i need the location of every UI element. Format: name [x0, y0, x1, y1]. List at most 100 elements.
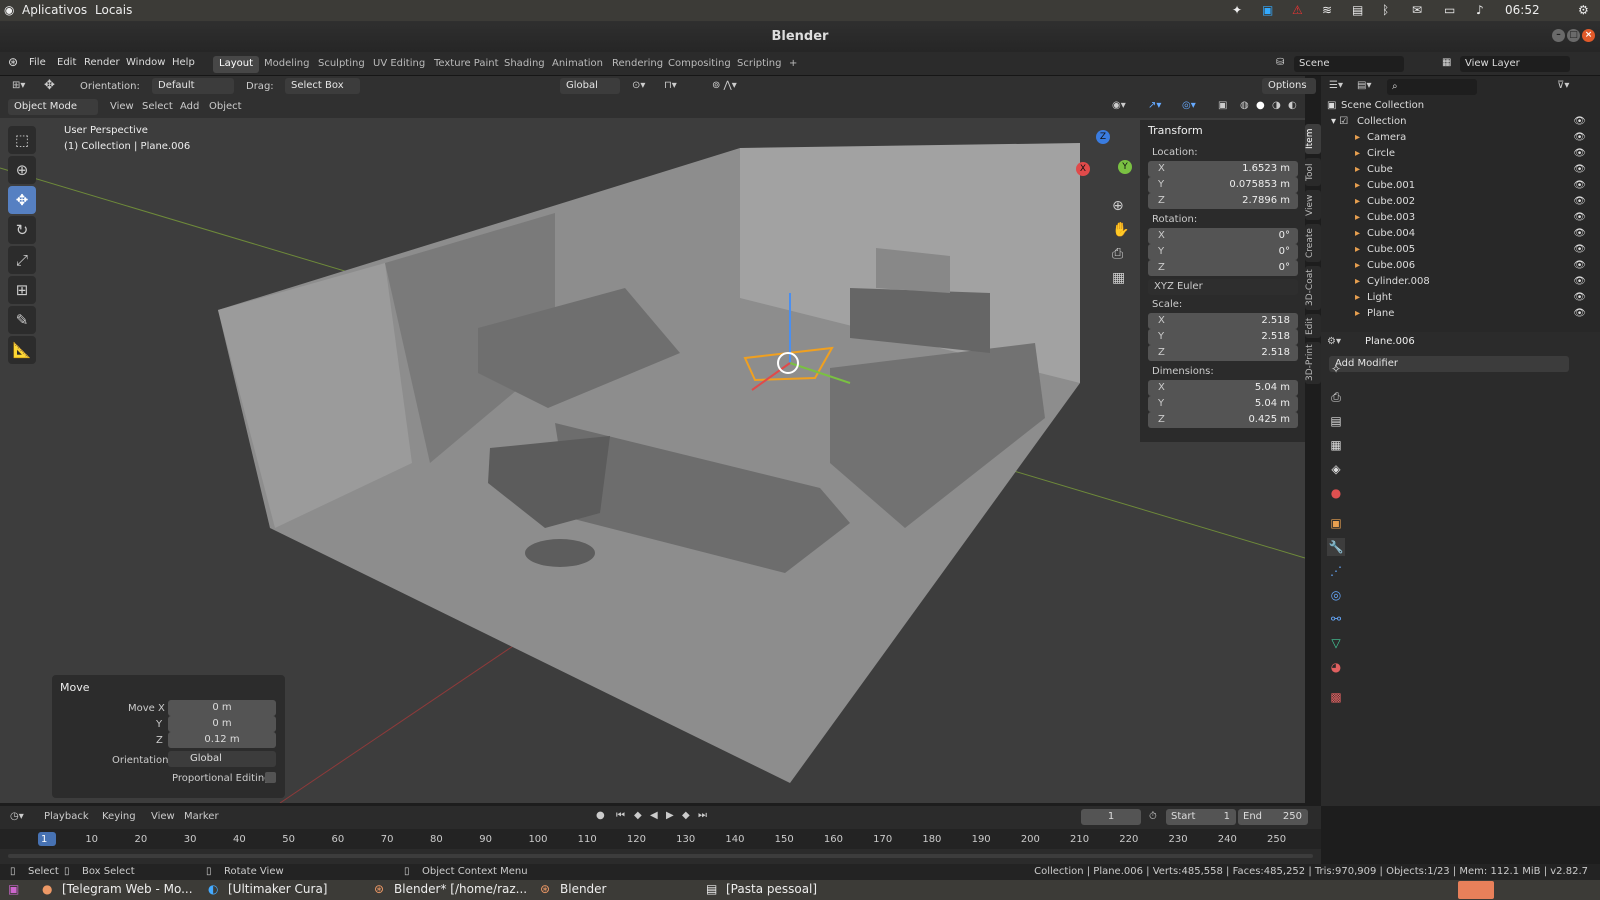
select-box-icon[interactable]: ⬚	[8, 126, 36, 154]
task-telegram[interactable]: [Telegram Web - Mo...	[62, 882, 193, 896]
tab-layout[interactable]: Layout	[213, 56, 259, 73]
app-indicator-icon[interactable]: ▣	[1262, 3, 1273, 17]
tab-3d-coat[interactable]: 3D-Coat	[1305, 266, 1321, 310]
outliner-item-cube-002[interactable]: ▸ Cube.002 👁	[1321, 194, 1600, 210]
object-props-icon[interactable]: ▣	[1327, 514, 1345, 532]
pivot-icon[interactable]: ⊙▾	[632, 80, 645, 91]
tab-texture-paint[interactable]: Texture Paint	[428, 56, 505, 73]
render-props-icon[interactable]: ⎙	[1327, 388, 1345, 406]
outliner-item-cube-001[interactable]: ▸ Cube.001 👁	[1321, 178, 1600, 194]
visibility-icon[interactable]: ◉▾	[1112, 100, 1126, 111]
menu-render[interactable]: Render	[84, 57, 120, 68]
outliner-editor-icon[interactable]: ☰▾	[1329, 80, 1343, 91]
tab-edit[interactable]: Edit	[1305, 314, 1321, 338]
transform-icon[interactable]: ⊞	[8, 276, 36, 304]
cursor-icon[interactable]: ⊕	[8, 156, 36, 184]
tab-3d-print[interactable]: 3D-Print	[1305, 342, 1321, 384]
scene-props-icon[interactable]: ◈	[1327, 460, 1345, 478]
rotation-z-field[interactable]: Z 0°	[1148, 260, 1298, 276]
volume-icon[interactable]: ♪	[1476, 3, 1484, 17]
tab-create[interactable]: Create	[1305, 224, 1321, 262]
move-z-field[interactable]: 0.12 m	[168, 732, 276, 748]
rotation-y-field[interactable]: Y 0°	[1148, 244, 1298, 260]
constraints-props-icon[interactable]: ⚯	[1327, 610, 1345, 628]
camera-view-icon[interactable]: ⎙	[1112, 246, 1123, 262]
display-mode-icon[interactable]: ▤▾	[1357, 80, 1371, 91]
menu-object[interactable]: Object	[209, 101, 242, 112]
view-layer-field[interactable]: View Layer	[1460, 56, 1570, 72]
outliner-item-circle[interactable]: ▸ Circle 👁	[1321, 146, 1600, 162]
scale-y-field[interactable]: Y 2.518	[1148, 329, 1298, 345]
properties-editor-icon[interactable]: ⚙▾	[1327, 336, 1341, 347]
outliner-item-cube[interactable]: ▸ Cube 👁	[1321, 162, 1600, 178]
scale-z-field[interactable]: Z 2.518	[1148, 345, 1298, 361]
menu-view[interactable]: View	[110, 101, 134, 112]
move-x-field[interactable]: 0 m	[168, 700, 276, 716]
battery-icon[interactable]: ▭	[1444, 3, 1455, 17]
nav-gizmo-z[interactable]: Z	[1096, 130, 1110, 144]
places-menu[interactable]: Locais	[95, 3, 132, 17]
outliner-item-plane[interactable]: ▸ Plane 👁	[1321, 306, 1600, 322]
shading-rendered-icon[interactable]: ◐	[1288, 100, 1297, 111]
tab-tool[interactable]: Tool	[1305, 158, 1321, 186]
current-frame-field[interactable]: 1	[1081, 809, 1141, 825]
tab-modeling[interactable]: Modeling	[258, 56, 316, 73]
dropbox-icon[interactable]: ✦	[1232, 3, 1242, 17]
move-y-field[interactable]: 0 m	[168, 716, 276, 732]
task-blender[interactable]: Blender	[560, 882, 607, 896]
blender-logo-icon[interactable]: ⊛	[8, 55, 18, 69]
wifi-icon[interactable]: ≋	[1322, 3, 1332, 17]
shading-wireframe-icon[interactable]: ◍	[1240, 100, 1249, 111]
location-x-field[interactable]: X 1.6523 m	[1148, 161, 1298, 177]
record-icon[interactable]: ●	[596, 810, 605, 821]
menu-marker[interactable]: Marker	[184, 811, 219, 822]
mail-icon[interactable]: ✉	[1412, 3, 1422, 17]
preview-range-icon[interactable]: ⏱	[1149, 811, 1157, 822]
move-panel-title[interactable]: Move	[60, 681, 90, 694]
ubuntu-icon[interactable]: ◉	[4, 3, 14, 17]
transform-title[interactable]: Transform	[1148, 124, 1203, 137]
close-button[interactable]: ×	[1582, 29, 1595, 42]
physics-props-icon[interactable]: ◎	[1327, 586, 1345, 604]
tab-animation[interactable]: Animation	[546, 56, 609, 73]
location-y-field[interactable]: Y 0.075853 m	[1148, 177, 1298, 193]
menu-playback[interactable]: Playback	[44, 811, 89, 822]
task-home-folder[interactable]: [Pasta pessoal]	[726, 882, 817, 896]
next-key-icon[interactable]: ◆	[682, 810, 690, 821]
move-orientation-dropdown[interactable]: Global	[168, 751, 276, 767]
outliner-item-cube-004[interactable]: ▸ Cube.004 👁	[1321, 226, 1600, 242]
move-tool-icon[interactable]: ✥	[44, 78, 55, 93]
orientation-dropdown[interactable]: Default	[152, 78, 234, 94]
dimensions-y-field[interactable]: Y 5.04 m	[1148, 396, 1298, 412]
menu-keying[interactable]: Keying	[102, 811, 136, 822]
scale-x-field[interactable]: X 2.518	[1148, 313, 1298, 329]
dimensions-z-field[interactable]: Z 0.425 m	[1148, 412, 1298, 428]
shading-solid-icon[interactable]: ●	[1256, 100, 1265, 111]
add-workspace-button[interactable]: +	[783, 56, 803, 73]
jump-start-icon[interactable]: ⏮	[616, 810, 625, 821]
world-props-icon[interactable]: ●	[1327, 484, 1345, 502]
outliner-item-camera[interactable]: ▸ Camera 👁	[1321, 130, 1600, 146]
menu-edit[interactable]: Edit	[57, 57, 76, 68]
jump-end-icon[interactable]: ⏭	[698, 810, 707, 821]
output-props-icon[interactable]: ▤	[1327, 412, 1345, 430]
filter-icon[interactable]: ⊽▾	[1557, 80, 1569, 91]
outliner-item-cube-006[interactable]: ▸ Cube.006 👁	[1321, 258, 1600, 274]
editor-type-icon[interactable]: ⊞▾	[12, 80, 25, 91]
measure-icon[interactable]: 📐	[8, 336, 36, 364]
proportional-editing-checkbox[interactable]	[265, 772, 276, 783]
zoom-icon[interactable]: ⊕	[1112, 198, 1124, 214]
task-blender-file[interactable]: Blender* [/home/raz...	[394, 882, 527, 896]
outliner-item-cube-003[interactable]: ▸ Cube.003 👁	[1321, 210, 1600, 226]
scene-icon[interactable]: ⛁	[1276, 57, 1284, 68]
rotation-mode-dropdown[interactable]: XYZ Euler	[1148, 279, 1298, 295]
start-frame-field[interactable]: Start 1	[1166, 809, 1236, 825]
drag-dropdown[interactable]: Select Box	[285, 78, 360, 94]
xray-icon[interactable]: ▣	[1218, 100, 1227, 111]
tab-compositing[interactable]: Compositing	[662, 56, 737, 73]
mode-dropdown[interactable]: Object Mode	[8, 99, 98, 115]
tool-props-icon[interactable]: ✧	[1327, 360, 1345, 378]
rotation-x-field[interactable]: X 0°	[1148, 228, 1298, 244]
move-icon[interactable]: ✥	[8, 186, 36, 214]
tab-shading[interactable]: Shading	[498, 56, 551, 73]
